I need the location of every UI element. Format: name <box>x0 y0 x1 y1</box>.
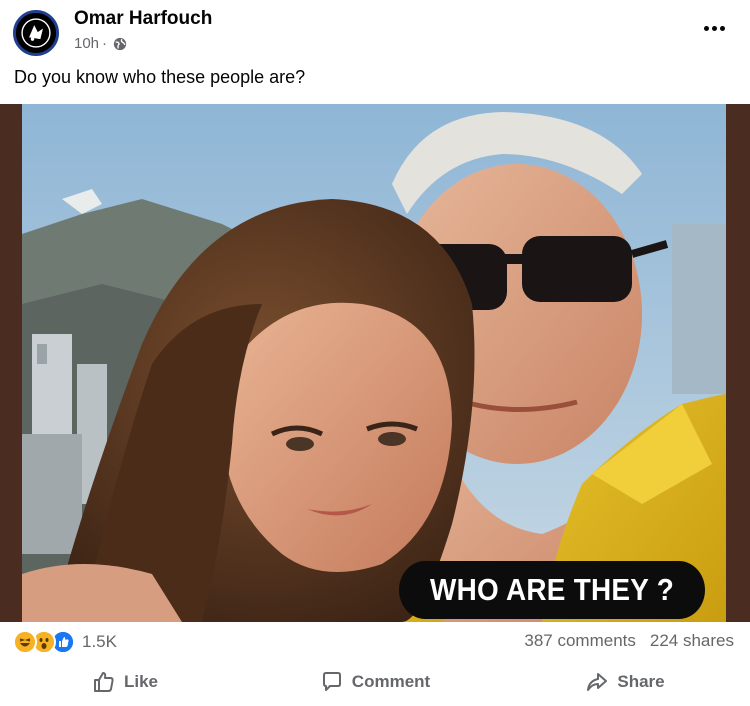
shares-count[interactable]: 224 shares <box>650 631 734 651</box>
post-stats: 1.5K 387 comments 224 shares <box>0 622 750 662</box>
thumbs-up-icon <box>93 672 114 692</box>
comment-icon <box>322 672 341 691</box>
dot-icon <box>711 25 717 31</box>
dot-icon <box>703 25 709 31</box>
image-caption: WHO ARE THEY ? <box>399 561 705 619</box>
post-actions: Like Comment Share <box>0 662 750 702</box>
author-name[interactable]: Omar Harfouch <box>74 8 212 30</box>
comment-label: Comment <box>351 672 431 691</box>
reaction-count[interactable]: 1.5K <box>82 632 117 652</box>
share-label: Share <box>617 672 665 691</box>
photo-illustration <box>22 104 726 622</box>
more-options-button[interactable] <box>700 16 728 40</box>
dot-icon <box>719 25 725 31</box>
post-time[interactable]: 10h <box>74 35 99 52</box>
comments-count[interactable]: 387 comments <box>524 631 636 651</box>
post-image-frame[interactable]: WHO ARE THEY ? <box>0 104 750 622</box>
post-meta: 10h · <box>74 35 127 52</box>
globe-icon <box>113 37 127 50</box>
like-button[interactable]: Like <box>0 662 250 702</box>
share-button[interactable]: Share <box>500 662 750 702</box>
post-text: Do you know who these people are? <box>14 67 306 87</box>
post-header: Omar Harfouch 10h · <box>0 0 750 64</box>
post-photo[interactable]: WHO ARE THEY ? <box>22 104 726 622</box>
avatar-logo-icon <box>16 13 56 53</box>
like-label: Like <box>123 672 159 691</box>
share-arrow-icon <box>587 673 608 691</box>
comment-button[interactable]: Comment <box>250 662 500 702</box>
avatar[interactable] <box>13 10 59 56</box>
meta-separator: · <box>102 35 108 52</box>
engagement-counts: 387 comments 224 shares <box>524 631 734 651</box>
reaction-summary[interactable]: 1.5K <box>13 630 117 654</box>
haha-icon <box>13 630 37 654</box>
